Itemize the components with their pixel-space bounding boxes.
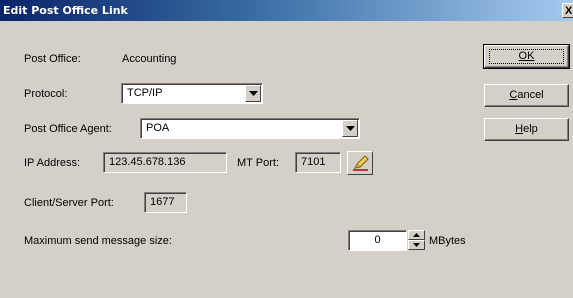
- client-server-port-label: Client/Server Port:: [24, 197, 114, 209]
- spin-up-button[interactable]: [408, 230, 425, 240]
- cancel-button-label: Cancel: [509, 89, 544, 101]
- client-server-port-field[interactable]: 1677: [144, 192, 187, 213]
- edit-ip-button[interactable]: [347, 151, 373, 175]
- max-send-size-label: Maximum send message size:: [24, 235, 172, 247]
- ip-address-label: IP Address:: [24, 157, 81, 169]
- max-send-size-spinner[interactable]: [408, 230, 425, 251]
- arrow-down-icon: [413, 243, 420, 247]
- title-bar[interactable]: Edit Post Office Link X: [0, 0, 573, 21]
- protocol-dropdown-button[interactable]: [245, 85, 261, 102]
- help-button[interactable]: Help: [484, 118, 569, 141]
- mbytes-unit-label: MBytes: [429, 235, 466, 247]
- cancel-button[interactable]: Cancel: [484, 84, 569, 107]
- arrow-up-icon: [413, 233, 420, 237]
- ok-button[interactable]: OK: [483, 44, 570, 69]
- spin-down-button[interactable]: [408, 240, 425, 250]
- poa-select-value: POA: [146, 122, 170, 134]
- close-button[interactable]: X: [562, 3, 573, 18]
- protocol-select[interactable]: TCP/IP: [121, 83, 263, 104]
- chevron-down-icon: [346, 126, 355, 131]
- poa-dropdown-button[interactable]: [342, 120, 358, 137]
- protocol-select-value: TCP/IP: [127, 87, 163, 99]
- window-title: Edit Post Office Link: [3, 4, 128, 17]
- post-office-value: Accounting: [122, 53, 177, 65]
- mt-port-label: MT Port:: [237, 157, 279, 169]
- max-send-size-input[interactable]: 0: [348, 230, 407, 251]
- pencil-icon: [353, 155, 369, 171]
- ip-address-field[interactable]: 123.45.678.136: [103, 152, 227, 173]
- poa-select[interactable]: POA: [140, 118, 360, 139]
- help-button-label: Help: [515, 123, 538, 135]
- poa-label: Post Office Agent:: [24, 123, 112, 135]
- post-office-label: Post Office:: [24, 53, 81, 65]
- chevron-down-icon: [249, 91, 258, 96]
- protocol-label: Protocol:: [24, 88, 68, 100]
- edit-post-office-link-dialog: Edit Post Office Link X Post Office: Acc…: [0, 0, 573, 298]
- mt-port-field[interactable]: 7101: [295, 152, 341, 173]
